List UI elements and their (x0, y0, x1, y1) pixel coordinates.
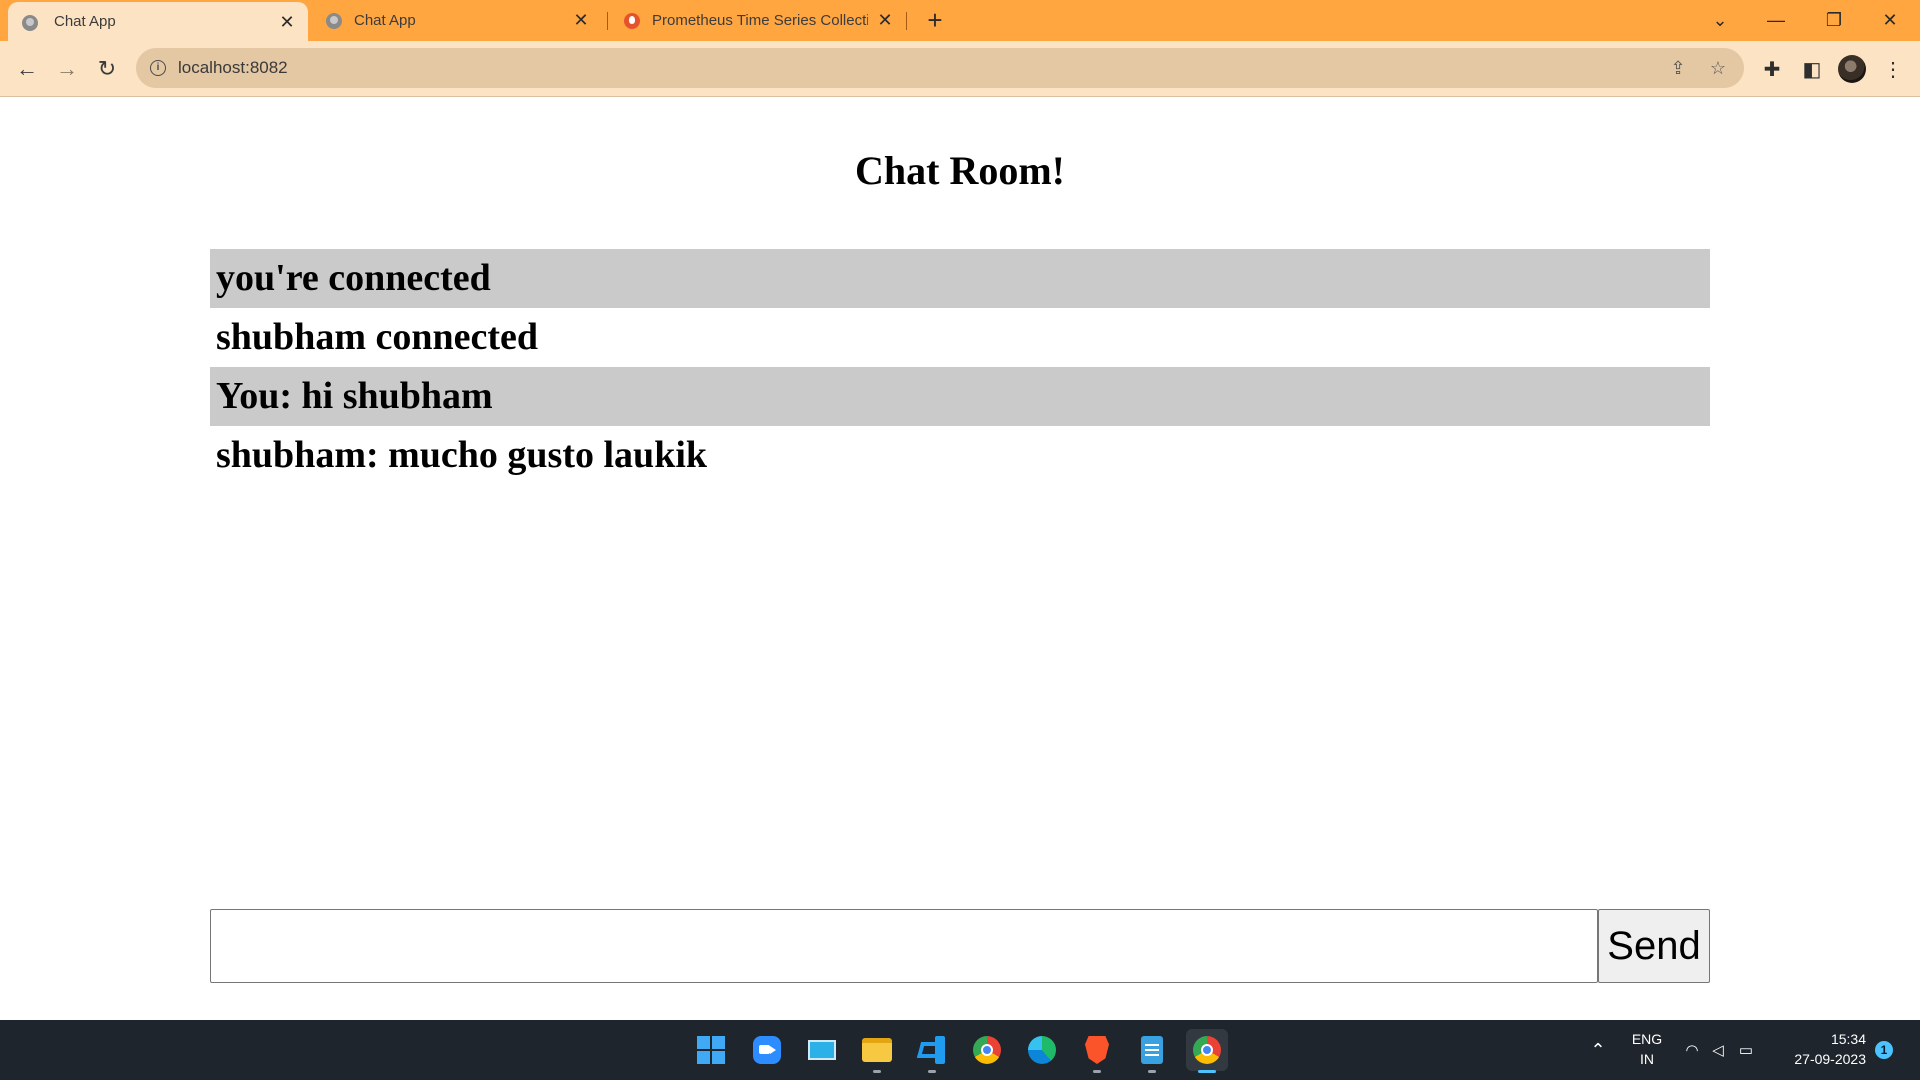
close-tab-icon[interactable]: ✕ (276, 11, 298, 33)
brave-icon[interactable] (1076, 1029, 1118, 1073)
notepad-icon[interactable] (1131, 1029, 1173, 1073)
message-item: you're connected (210, 249, 1710, 308)
menu-kebab-icon[interactable]: ⋮ (1877, 53, 1909, 85)
taskbar: ⌃ ENG IN ◠ ◁ ▭ 15:34 27-09-2023 1 (0, 1020, 1920, 1080)
tab-strip: Chat App ✕ Chat App ✕ Prometheus Time Se… (0, 0, 1920, 41)
edge-icon[interactable] (1021, 1029, 1063, 1071)
close-tab-icon[interactable]: ✕ (570, 9, 592, 31)
back-arrow-icon[interactable]: ← (11, 53, 43, 85)
reload-icon[interactable]: ↻ (91, 53, 123, 85)
language-indicator[interactable]: ENG IN (1622, 1029, 1672, 1069)
globe-icon (326, 13, 342, 29)
message-form: Send (210, 909, 1710, 983)
tab-prometheus[interactable]: Prometheus Time Series Collecti ✕ (610, 0, 906, 41)
message-item: You: hi shubham (210, 367, 1710, 426)
minimize-icon[interactable]: — (1748, 0, 1804, 41)
site-info-icon[interactable]: i (150, 60, 166, 76)
remote-desktop-icon[interactable] (801, 1029, 843, 1071)
side-panel-icon[interactable]: ◧ (1796, 53, 1828, 85)
close-tab-icon[interactable]: ✕ (874, 9, 896, 31)
chat-page: Chat Room! you're connected shubham conn… (0, 97, 1920, 1020)
notification-badge[interactable]: 1 (1875, 1041, 1893, 1059)
date-text: 27-09-2023 (1794, 1051, 1866, 1067)
zoom-icon[interactable] (746, 1029, 788, 1071)
tab-separator (906, 12, 907, 30)
send-button[interactable]: Send (1598, 909, 1710, 983)
time-text: 15:34 (1830, 1031, 1866, 1047)
address-bar[interactable]: i localhost:8082 ⇪ ☆ (136, 48, 1744, 88)
language-code: ENG (1631, 1031, 1663, 1047)
volume-icon[interactable]: ◁ (1706, 1020, 1730, 1080)
share-icon[interactable]: ⇪ (1666, 56, 1690, 80)
close-window-icon[interactable]: ✕ (1862, 0, 1918, 41)
start-icon[interactable] (690, 1029, 732, 1071)
region-code: IN (1640, 1051, 1654, 1067)
clock[interactable]: 15:34 27-09-2023 (1772, 1029, 1866, 1069)
message-item: shubham connected (216, 316, 538, 358)
wifi-icon[interactable]: ◠ (1680, 1020, 1704, 1080)
vscode-icon[interactable] (911, 1029, 953, 1073)
new-tab-button[interactable]: + (920, 5, 950, 35)
prometheus-icon (624, 13, 640, 29)
globe-icon (22, 15, 38, 31)
file-explorer-icon[interactable] (856, 1029, 898, 1073)
restore-icon[interactable]: ❐ (1806, 0, 1862, 41)
url-text[interactable]: localhost:8082 (178, 48, 288, 88)
show-hidden-icons-chevron-icon[interactable]: ⌃ (1584, 1020, 1612, 1080)
bookmark-star-icon[interactable]: ☆ (1706, 56, 1730, 80)
extensions-puzzle-icon[interactable]: ✚ (1756, 53, 1788, 85)
tab-title: Chat App (354, 12, 416, 29)
battery-icon[interactable]: ▭ (1732, 1020, 1760, 1080)
chrome-icon[interactable] (966, 1029, 1008, 1071)
tab-separator (607, 12, 608, 30)
page-title: Chat Room! (855, 148, 1065, 193)
browser-toolbar: ← → ↻ i localhost:8082 ⇪ ☆ ✚ ◧ ⋮ (0, 41, 1920, 97)
tab-title: Chat App (54, 13, 116, 30)
tab-chat-app-1[interactable]: Chat App ✕ (8, 2, 308, 41)
profile-avatar[interactable] (1838, 55, 1866, 83)
message-item: shubham: mucho gusto laukik (216, 434, 708, 476)
message-input[interactable] (210, 909, 1598, 983)
tab-chat-app-2[interactable]: Chat App ✕ (312, 0, 602, 41)
chrome-active-icon[interactable] (1186, 1029, 1228, 1073)
tab-title: Prometheus Time Series Collecti (652, 12, 868, 29)
tab-search-chevron-icon[interactable]: ⌄ (1692, 0, 1748, 41)
message-list: you're connected shubham connected You: … (210, 249, 1710, 485)
forward-arrow-icon[interactable]: → (51, 53, 83, 85)
